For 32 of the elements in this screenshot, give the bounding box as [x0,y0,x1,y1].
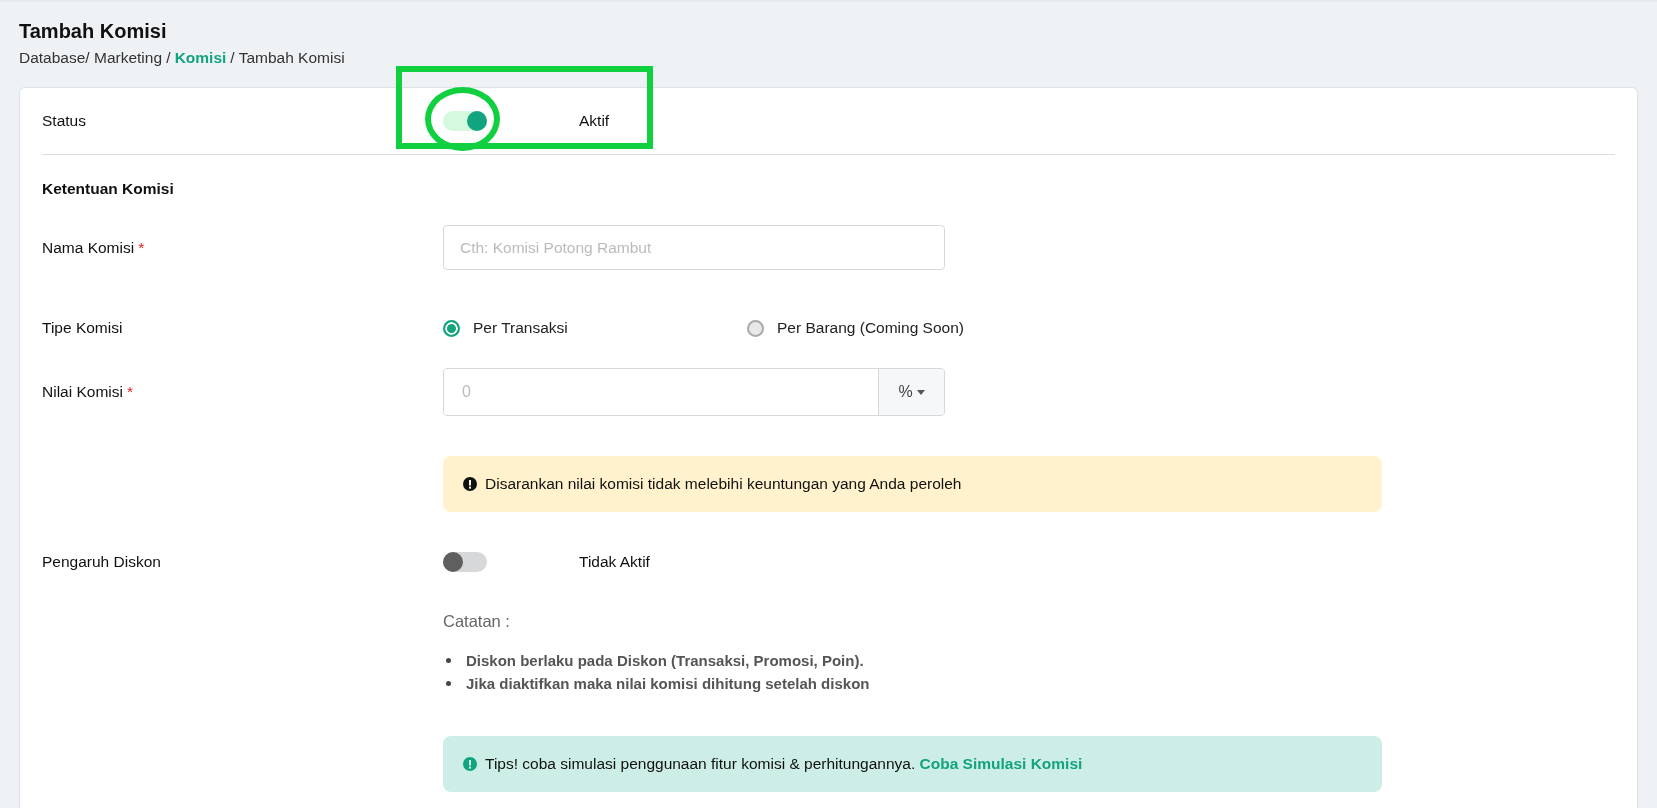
required-mark: * [126,383,133,401]
field-label: Nilai Komisi [42,383,123,401]
caret-icon [916,389,925,395]
field-label: Pengaruh Diskon [42,553,162,571]
breadcrumb-text: / Tambah Komisi [230,49,345,67]
alert-text: Disarankan nilai komisi tidak melebihi keuntungan yang Anda peroleh [485,475,962,493]
note-text: Jika diaktifkan maka nilai komisi dihitung setelah diskon [466,675,870,692]
radio-button[interactable] [747,319,764,337]
field-label: Tipe Komisi [42,319,124,337]
alert-text: Tips! coba simulasi penggunaan fitur komisi & perhitungannya. Coba Simulasi Komisi [485,755,1083,773]
bullet-icon [446,658,451,663]
radio-option[interactable]: Per Barang (Coming Soon) [747,319,1051,337]
toggle-switch[interactable] [443,111,487,131]
page-title: Tambah Komisi [19,20,168,43]
radio-button[interactable] [443,319,460,337]
radio-option[interactable]: Per Transaksi [443,319,747,337]
field-label: Status [42,112,87,130]
input-field[interactable]: Cth: Komisi Potong Rambut [443,225,945,270]
unit-dropdown[interactable]: % [878,369,944,415]
section-title: Ketentuan Komisi [42,180,175,198]
bullet-icon [446,681,451,686]
exclamation-icon [463,477,477,491]
toggle-state-text: Aktif [579,112,610,130]
number-input-field[interactable]: 0 % [443,368,945,416]
toggle-switch[interactable] [443,552,487,572]
exclamation-icon [463,757,477,771]
toggle-state-text: Tidak Aktif [579,553,650,571]
note-text: Diskon berlaku pada Diskon (Transaksi, Promosi, Poin). [466,652,864,669]
field-label: Nama Komisi [42,238,135,257]
required-mark: * [138,238,145,257]
breadcrumb-text: Database/ Marketing / [19,49,171,67]
notes-title: Catatan : [443,612,511,631]
